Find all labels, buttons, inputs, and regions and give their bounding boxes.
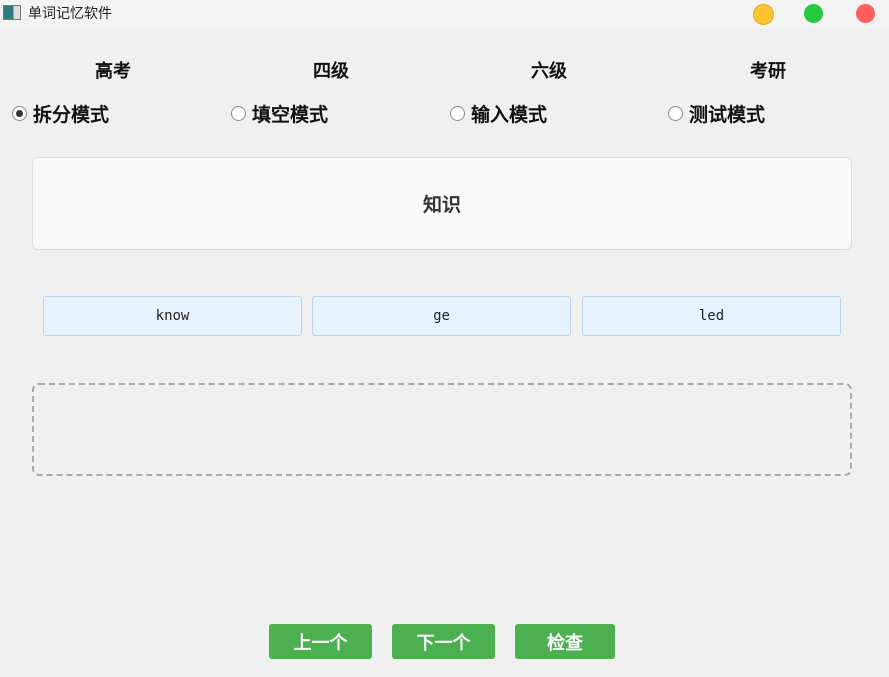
word-part-button[interactable]: know (43, 296, 302, 336)
radio-split-mode[interactable]: 拆分模式 (12, 100, 109, 127)
radio-unchecked-icon (450, 106, 465, 121)
radio-label: 输入模式 (471, 104, 548, 126)
next-button[interactable]: 下一个 (392, 624, 495, 659)
radio-unchecked-icon (668, 106, 683, 121)
close-button[interactable] (856, 4, 875, 23)
radio-label: 测试模式 (689, 104, 766, 126)
title-bar: 单词记忆软件 (0, 0, 889, 28)
level-kaoyan[interactable]: 考研 (750, 57, 786, 83)
check-button[interactable]: 检查 (515, 624, 615, 659)
radio-label: 填空模式 (252, 104, 329, 126)
radio-test-mode[interactable]: 测试模式 (668, 100, 765, 127)
minimize-button[interactable] (753, 4, 774, 25)
app-icon (3, 5, 21, 20)
word-part-button[interactable]: ge (312, 296, 571, 336)
answer-drop-zone[interactable] (32, 383, 852, 476)
radio-label: 拆分模式 (33, 104, 110, 126)
level-gaokao[interactable]: 高考 (95, 57, 131, 83)
meaning-card: 知识 (32, 157, 852, 250)
level-cet4[interactable]: 四级 (313, 57, 349, 83)
radio-checked-icon (12, 106, 27, 121)
maximize-button[interactable] (804, 4, 823, 23)
window-title: 单词记忆软件 (28, 6, 112, 22)
radio-input-mode[interactable]: 输入模式 (450, 100, 547, 127)
prev-button[interactable]: 上一个 (269, 624, 372, 659)
level-cet6[interactable]: 六级 (531, 57, 567, 83)
word-part-button[interactable]: led (582, 296, 841, 336)
radio-unchecked-icon (231, 106, 246, 121)
radio-fill-mode[interactable]: 填空模式 (231, 100, 328, 127)
